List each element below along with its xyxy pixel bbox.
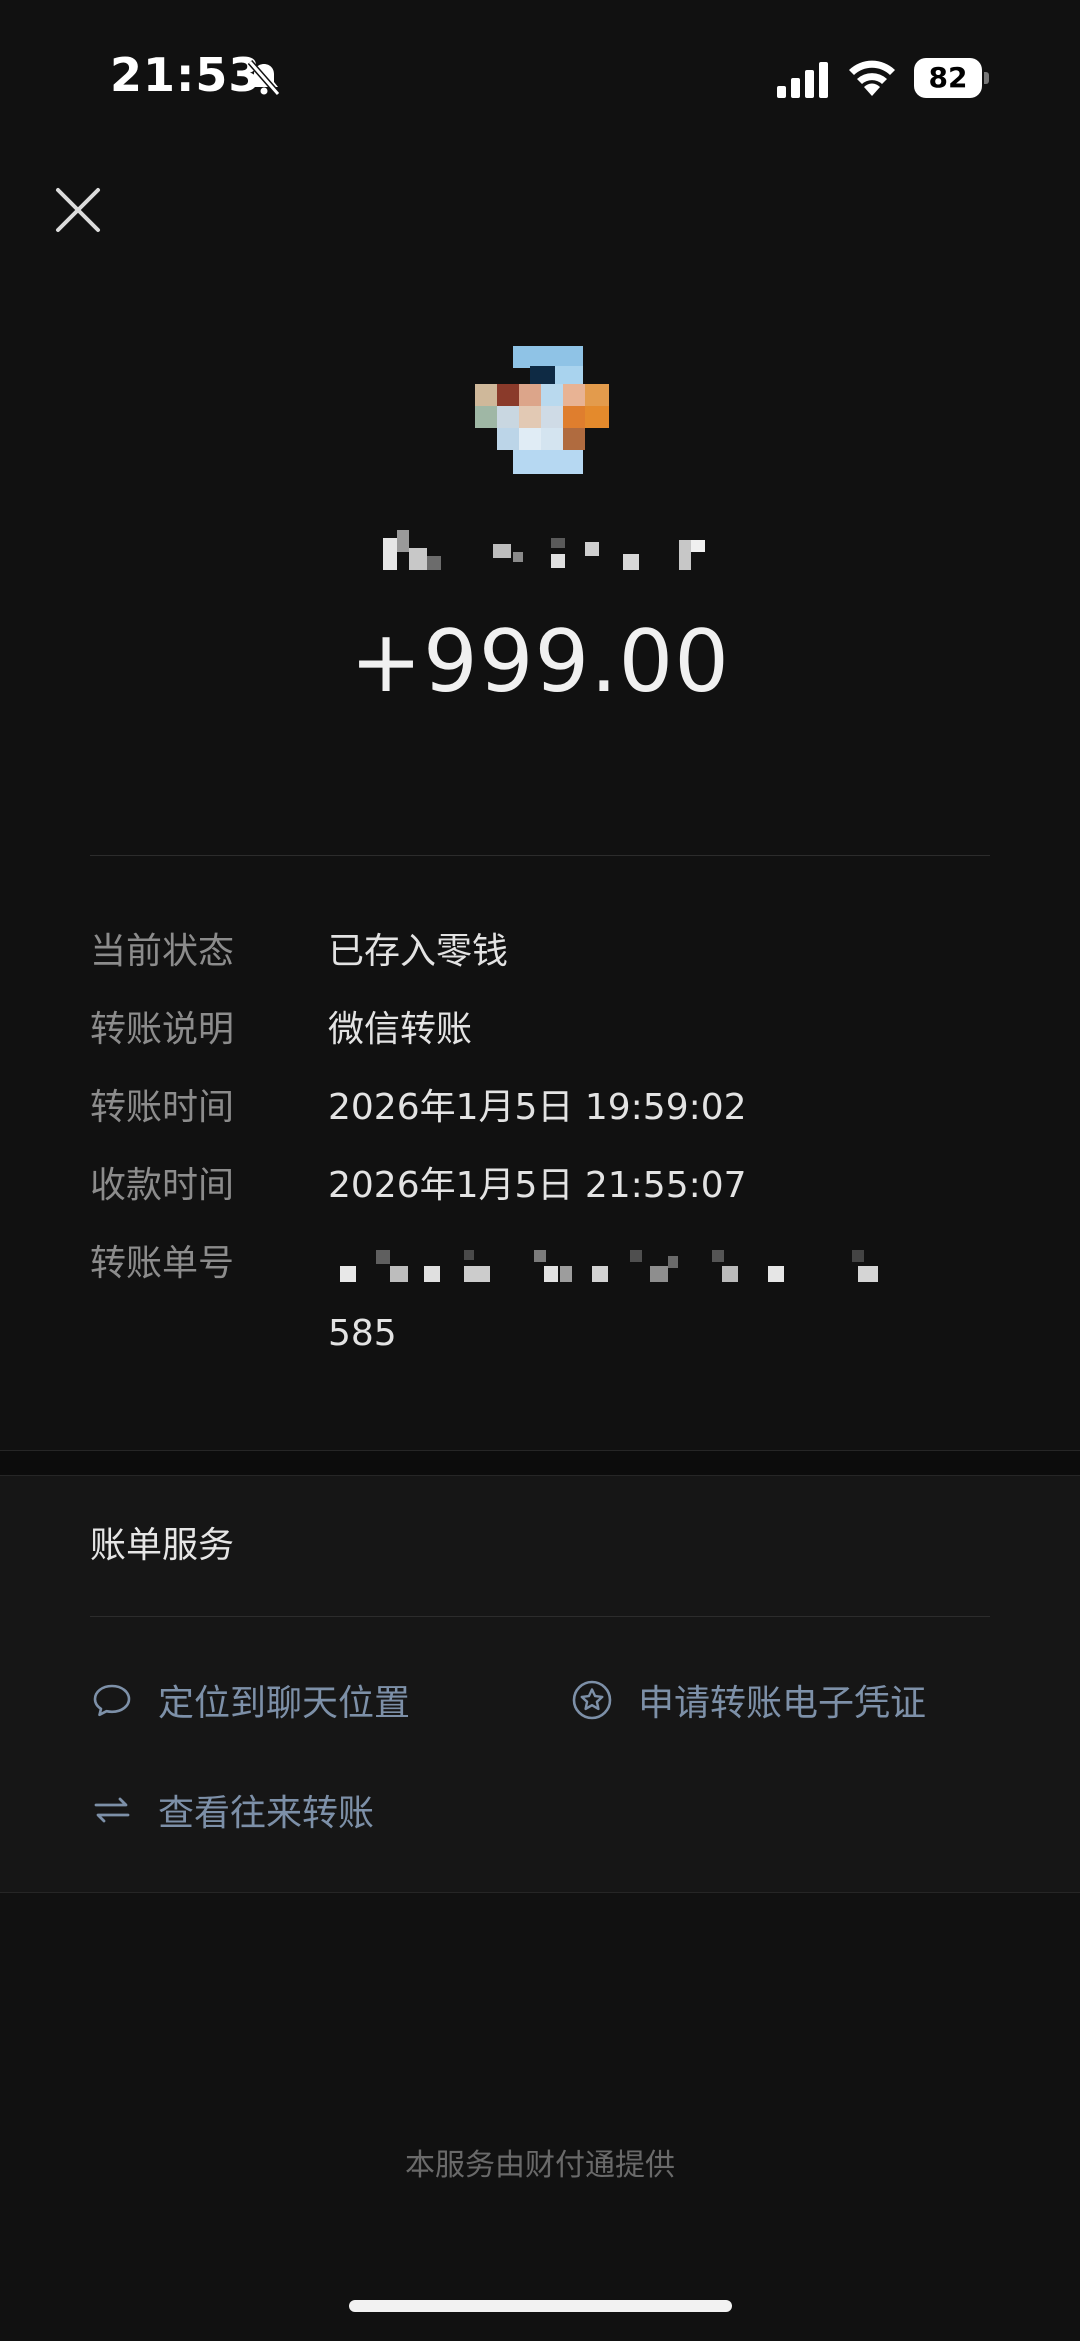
section-separator [0, 1450, 1080, 1476]
name-mosaic [383, 530, 705, 570]
detail-row-transfer-time: 转账时间 2026年1月5日 19:59:02 [90, 1076, 990, 1154]
star-badge-icon [572, 1680, 612, 1720]
detail-row-order-number: 转账单号 585 [90, 1232, 990, 1372]
home-indicator[interactable] [349, 2300, 732, 2312]
services-title: 账单服务 [90, 1525, 235, 1566]
signal-icon [777, 62, 828, 98]
locate-chat-link[interactable]: 定位到聊天位置 [90, 1670, 410, 1730]
status-value: 已存入零钱 [328, 931, 509, 972]
status-time: 21:53 [110, 48, 262, 102]
transfer-details: 当前状态 已存入零钱 转账说明 微信转账 转账时间 2026年1月5日 19:5… [90, 920, 990, 1372]
provider-footer: 本服务由财付通提供 [405, 2148, 675, 2183]
battery-cap [984, 72, 989, 84]
avatar [475, 346, 609, 474]
battery-level: 82 [914, 58, 982, 98]
order-label: 转账单号 [90, 1243, 235, 1284]
close-icon[interactable] [50, 182, 106, 238]
note-label: 转账说明 [90, 1009, 235, 1050]
chat-bubble-icon [93, 1684, 131, 1717]
battery-icon: 82 [914, 58, 990, 98]
transfer-amount: +999.00 [350, 612, 730, 712]
apply-voucher-link[interactable]: 申请转账电子凭证 [570, 1670, 926, 1730]
apply-voucher-label: 申请转账电子凭证 [638, 1683, 927, 1724]
order-number-mosaic [340, 1250, 878, 1282]
order-number-suffix: 585 [328, 1313, 397, 1354]
transfer-time-value: 2026年1月5日 19:59:02 [328, 1087, 747, 1128]
bill-services: 账单服务 定位到聊天位置 申请转账电子凭证 查看往来转账 [0, 1476, 1080, 1893]
receive-time-label: 收款时间 [90, 1165, 235, 1206]
detail-row-status: 当前状态 已存入零钱 [90, 920, 990, 998]
status-label: 当前状态 [90, 931, 235, 972]
divider [90, 1616, 990, 1617]
swap-arrows-icon [94, 1797, 130, 1823]
locate-chat-label: 定位到聊天位置 [158, 1683, 411, 1724]
divider [90, 855, 990, 856]
receive-time-value: 2026年1月5日 21:55:07 [328, 1165, 747, 1206]
transfer-time-label: 转账时间 [90, 1087, 235, 1128]
note-value: 微信转账 [328, 1009, 473, 1050]
view-transfer-history-label: 查看往来转账 [158, 1793, 375, 1834]
bell-slash-icon [247, 60, 281, 96]
detail-row-note: 转账说明 微信转账 [90, 998, 990, 1076]
detail-row-receive-time: 收款时间 2026年1月5日 21:55:07 [90, 1154, 990, 1232]
wifi-icon [849, 60, 895, 96]
status-bar: 21:53 82 [0, 0, 1080, 160]
view-transfer-history-link[interactable]: 查看往来转账 [90, 1780, 374, 1840]
